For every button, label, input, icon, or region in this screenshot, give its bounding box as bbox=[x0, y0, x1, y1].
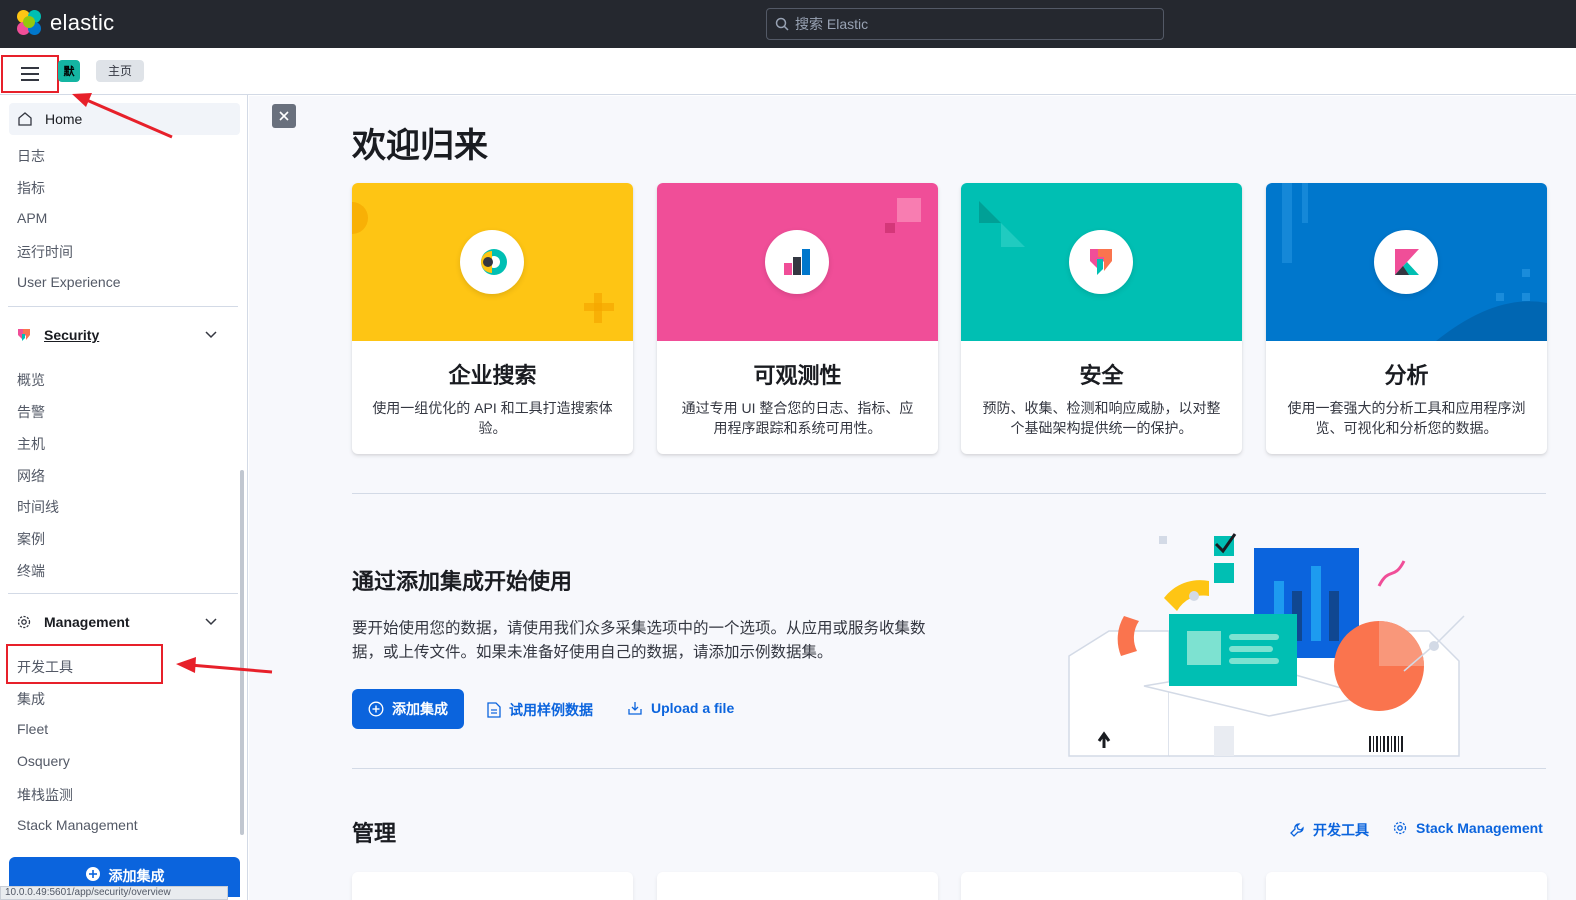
space-avatar[interactable]: 默 bbox=[58, 60, 80, 82]
card-banner bbox=[352, 183, 633, 341]
card-title: 企业搜索 bbox=[448, 363, 537, 388]
nav-item-hosts[interactable]: 主机 bbox=[17, 434, 45, 454]
nav-item-osquery[interactable]: Osquery bbox=[17, 753, 70, 769]
management-card[interactable] bbox=[961, 872, 1242, 900]
security-logo-icon bbox=[1069, 230, 1133, 294]
status-bar-url: 10.0.0.49:5601/app/security/overview bbox=[0, 886, 228, 900]
gear-icon bbox=[17, 615, 31, 629]
nav-add-integrations-label: 添加集成 bbox=[108, 868, 165, 884]
card-description: 通过专用 UI 整合您的日志、指标、应用程序跟踪和系统可用性。 bbox=[681, 400, 914, 436]
chevron-down-icon bbox=[205, 331, 217, 339]
card-description: 使用一套强大的分析工具和应用程序浏览、可视化和分析您的数据。 bbox=[1287, 400, 1526, 436]
nav-divider bbox=[8, 306, 238, 307]
stack-management-link[interactable]: Stack Management bbox=[1392, 820, 1543, 836]
search-icon bbox=[775, 17, 789, 31]
management-section-title: 管理 bbox=[352, 821, 397, 846]
security-logo-icon bbox=[18, 329, 30, 341]
breadcrumb-home: 主页 bbox=[96, 60, 145, 82]
dev-tools-label: 开发工具 bbox=[1313, 822, 1369, 838]
nav-item-uptime[interactable]: 运行时间 bbox=[17, 242, 73, 262]
nav-item-timelines[interactable]: 时间线 bbox=[17, 497, 59, 517]
nav-item-user-experience[interactable]: User Experience bbox=[17, 274, 121, 290]
integrations-illustration bbox=[1068, 533, 1465, 757]
card-title: 可观测性 bbox=[753, 363, 842, 388]
document-icon bbox=[487, 702, 501, 718]
card-description: 预防、收集、检测和响应威胁，以对整个基础架构提供统一的保护。 bbox=[982, 400, 1221, 436]
nav-group-security[interactable]: Security bbox=[16, 323, 226, 347]
nav-item-cases[interactable]: 案例 bbox=[17, 529, 45, 549]
breadcrumb-bar: 默 主页 bbox=[0, 48, 1576, 95]
card-banner bbox=[961, 183, 1242, 341]
nav-security-label: Security bbox=[44, 327, 100, 343]
plus-circle-icon bbox=[368, 701, 384, 717]
nav-item-stack-monitoring[interactable]: 堆栈监测 bbox=[17, 785, 73, 805]
nav-scrollbar[interactable] bbox=[240, 470, 244, 835]
elastic-logo-icon bbox=[16, 10, 42, 36]
solution-card-observability[interactable]: 可观测性 通过专用 UI 整合您的日志、指标、应用程序跟踪和系统可用性。 bbox=[657, 183, 938, 454]
nav-divider bbox=[8, 593, 238, 594]
nav-item-network[interactable]: 网络 bbox=[17, 466, 45, 486]
close-icon bbox=[279, 111, 289, 121]
try-sample-data-label: 试用样例数据 bbox=[509, 702, 593, 718]
card-title: 安全 bbox=[1079, 363, 1124, 388]
import-icon bbox=[628, 702, 642, 715]
add-integrations-button[interactable]: 添加集成 bbox=[352, 689, 464, 729]
elastic-logo[interactable]: elastic bbox=[16, 10, 114, 36]
nav-management-label: Management bbox=[44, 614, 130, 630]
search-placeholder: 搜索 Elastic bbox=[795, 16, 869, 32]
close-nav-button[interactable] bbox=[272, 104, 296, 128]
nav-item-stack-management[interactable]: Stack Management bbox=[17, 817, 138, 833]
hamburger-icon bbox=[21, 67, 39, 81]
ingest-section-description: 要开始使用您的数据，请使用我们众多采集选项中的一个选项。从应用或服务收集数据，或… bbox=[352, 620, 926, 661]
management-card[interactable] bbox=[657, 872, 938, 900]
upload-file-link[interactable]: Upload a file bbox=[627, 700, 734, 716]
nav-home-label: Home bbox=[45, 111, 83, 127]
card-description: 使用一组优化的 API 和工具打造搜索体验。 bbox=[372, 400, 613, 436]
upload-file-label: Upload a file bbox=[651, 700, 735, 716]
chevron-down-icon bbox=[205, 618, 217, 626]
home-icon bbox=[18, 112, 32, 126]
stack-management-label: Stack Management bbox=[1416, 820, 1543, 836]
logo-text: elastic bbox=[50, 10, 115, 35]
dev-tools-link[interactable]: 开发工具 bbox=[1289, 820, 1369, 840]
solution-card-security[interactable]: 安全 预防、收集、检测和响应威胁，以对整个基础架构提供统一的保护。 bbox=[961, 183, 1242, 454]
nav-item-metrics[interactable]: 指标 bbox=[17, 178, 45, 198]
main-content: 欢迎归来 企业搜索 使用一组优化的 API 和工具打造搜索体验。 可观测性 通过… bbox=[249, 96, 1576, 900]
gear-icon bbox=[1393, 821, 1407, 835]
nav-item-endpoints[interactable]: 终端 bbox=[17, 561, 45, 581]
nav-menu-button[interactable] bbox=[1, 55, 59, 93]
observability-logo-icon bbox=[765, 230, 829, 294]
add-integrations-label: 添加集成 bbox=[392, 701, 448, 717]
management-card[interactable] bbox=[352, 872, 633, 900]
plus-circle-icon bbox=[85, 867, 100, 881]
annotation-highlight-box bbox=[6, 644, 163, 684]
nav-item-fleet[interactable]: Fleet bbox=[17, 721, 48, 737]
nav-item-alerts[interactable]: 告警 bbox=[17, 402, 45, 422]
nav-item-logs[interactable]: 日志 bbox=[17, 146, 45, 166]
global-search-input[interactable]: 搜索 Elastic bbox=[766, 8, 1164, 40]
nav-item-home[interactable]: Home bbox=[9, 103, 240, 135]
page-title: 欢迎归来 bbox=[352, 127, 488, 165]
card-banner bbox=[1266, 183, 1547, 341]
wrench-icon bbox=[1290, 823, 1304, 837]
section-divider bbox=[352, 493, 1546, 494]
side-navigation: Home 日志 指标 APM 运行时间 User Experience Secu… bbox=[0, 95, 248, 900]
ingest-section-title: 通过添加集成开始使用 bbox=[352, 569, 573, 594]
card-title: 分析 bbox=[1384, 363, 1429, 388]
nav-item-apm[interactable]: APM bbox=[17, 210, 47, 226]
solution-card-analytics[interactable]: 分析 使用一套强大的分析工具和应用程序浏览、可视化和分析您的数据。 bbox=[1266, 183, 1547, 454]
management-card[interactable] bbox=[1266, 872, 1547, 900]
solution-card-enterprise-search[interactable]: 企业搜索 使用一组优化的 API 和工具打造搜索体验。 bbox=[352, 183, 633, 454]
nav-item-overview[interactable]: 概览 bbox=[17, 370, 45, 390]
top-header: elastic 搜索 Elastic bbox=[0, 0, 1576, 48]
section-divider bbox=[352, 768, 1546, 769]
card-banner bbox=[657, 183, 938, 341]
nav-item-integrations[interactable]: 集成 bbox=[17, 689, 45, 709]
kibana-logo-icon bbox=[1374, 230, 1438, 294]
enterprise-search-logo-icon bbox=[460, 230, 524, 294]
nav-group-management[interactable]: Management bbox=[16, 610, 226, 634]
try-sample-data-link[interactable]: 试用样例数据 bbox=[487, 700, 593, 720]
